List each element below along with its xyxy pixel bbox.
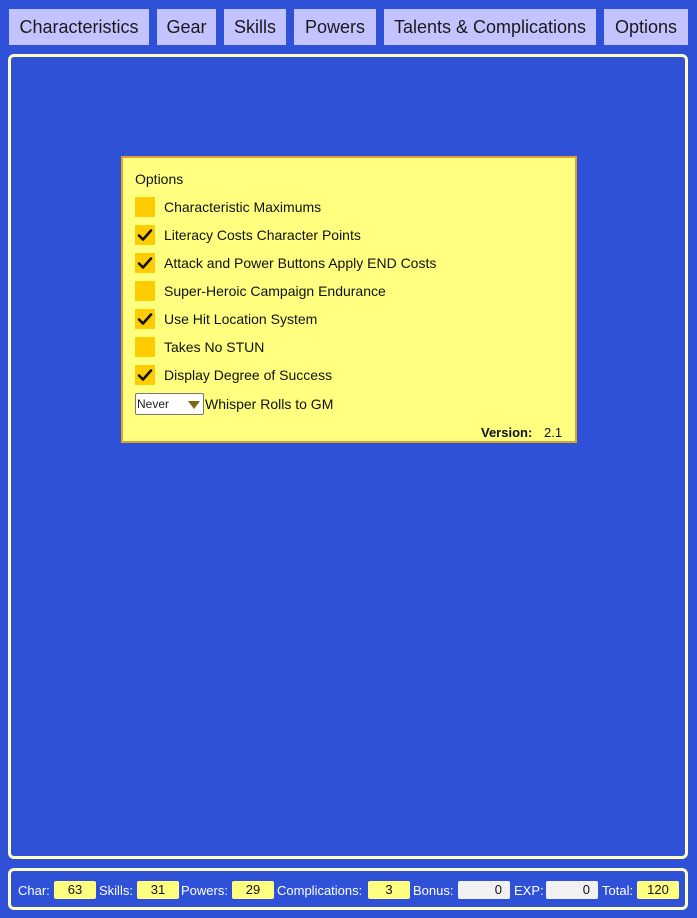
end-costs-checkbox[interactable]	[135, 253, 155, 273]
degree-of-success-checkbox[interactable]	[135, 365, 155, 385]
tab-options[interactable]: Options	[604, 9, 688, 45]
whisper-label: Whisper Rolls to GM	[205, 396, 334, 412]
whisper-selected-value: Never	[137, 397, 170, 411]
options-panel: Options Characteristic Maximums Literacy…	[121, 156, 577, 443]
tab-bar: Characteristics Gear Skills Powers Talen…	[0, 0, 697, 50]
option-label: Literacy Costs Character Points	[164, 227, 361, 243]
skills-label: Skills:	[99, 883, 133, 898]
tab-characteristics[interactable]: Characteristics	[9, 9, 149, 45]
version-label: Version:	[481, 425, 533, 440]
checkmark-icon	[137, 229, 153, 241]
whisper-select[interactable]: Never	[135, 393, 204, 415]
options-title: Options	[135, 171, 184, 187]
checkmark-icon	[137, 257, 153, 269]
hit-location-checkbox[interactable]	[135, 309, 155, 329]
option-label: Attack and Power Buttons Apply END Costs	[164, 255, 437, 271]
option-label: Takes No STUN	[164, 339, 265, 355]
option-label: Characteristic Maximums	[164, 199, 322, 215]
option-label: Display Degree of Success	[164, 367, 333, 383]
total-value: 120	[637, 881, 679, 899]
option-label: Use Hit Location System	[164, 311, 318, 327]
char-value: 63	[54, 881, 96, 899]
tab-powers[interactable]: Powers	[294, 9, 376, 45]
version-value: 2.1	[544, 425, 563, 440]
checkmark-icon	[137, 369, 153, 381]
bonus-label: Bonus:	[413, 883, 454, 898]
exp-input[interactable]: 0	[546, 881, 598, 899]
tab-talents-complications[interactable]: Talents & Complications	[384, 9, 596, 45]
tab-gear[interactable]: Gear	[157, 9, 216, 45]
literacy-costs-checkbox[interactable]	[135, 225, 155, 245]
checkmark-icon	[137, 313, 153, 325]
dropdown-arrow-icon	[188, 401, 200, 409]
powers-value: 29	[232, 881, 274, 899]
option-label: Super-Heroic Campaign Endurance	[164, 283, 386, 299]
complications-label: Complications:	[277, 883, 363, 898]
bonus-input[interactable]: 0	[458, 881, 510, 899]
complications-value: 3	[368, 881, 410, 899]
total-label: Total:	[602, 883, 634, 898]
powers-label: Powers:	[181, 883, 228, 898]
campaign-endurance-checkbox[interactable]	[135, 281, 155, 301]
skills-value: 31	[137, 881, 179, 899]
char-label: Char:	[18, 883, 50, 898]
no-stun-checkbox[interactable]	[135, 337, 155, 357]
characteristic-maximums-checkbox[interactable]	[135, 197, 155, 217]
exp-label: EXP:	[514, 883, 544, 898]
points-footer: Char: 63 Skills: 31 Powers: 29 Complicat…	[8, 868, 688, 910]
tab-skills[interactable]: Skills	[224, 9, 286, 45]
